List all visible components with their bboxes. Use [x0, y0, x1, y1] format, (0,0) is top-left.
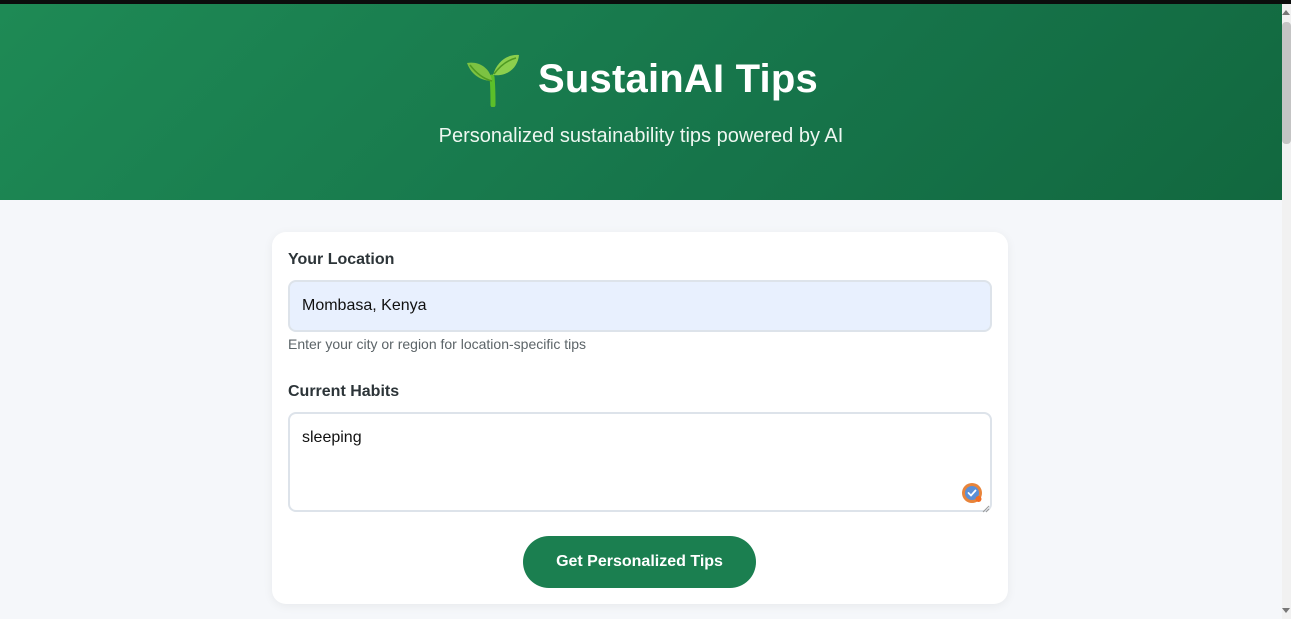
- scroll-up-arrow-icon[interactable]: [1282, 10, 1290, 15]
- habits-textarea[interactable]: sleeping: [288, 412, 992, 512]
- location-label: Your Location: [288, 251, 395, 268]
- location-hint: Enter your city or region for location-s…: [288, 336, 587, 352]
- scroll-down-arrow-icon[interactable]: [1282, 608, 1290, 613]
- app-title: SustainAI Tips: [538, 56, 818, 101]
- writing-assistant-icon[interactable]: [961, 482, 983, 504]
- get-tips-button[interactable]: Get Personalized Tips: [523, 536, 756, 588]
- tips-form-card: Your Location Enter your city or region …: [272, 232, 1008, 604]
- resize-grip-icon[interactable]: [982, 500, 990, 513]
- habits-label: Current Habits: [288, 383, 400, 400]
- page-scrollbar[interactable]: [1282, 4, 1291, 619]
- seedling-icon: [464, 51, 522, 108]
- location-input[interactable]: [288, 280, 992, 332]
- scrollbar-thumb[interactable]: [1282, 22, 1291, 144]
- title-row: SustainAI Tips: [0, 51, 1282, 108]
- app-header: SustainAI Tips Personalized sustainabili…: [0, 4, 1282, 200]
- app-subtitle: Personalized sustainability tips powered…: [438, 125, 844, 147]
